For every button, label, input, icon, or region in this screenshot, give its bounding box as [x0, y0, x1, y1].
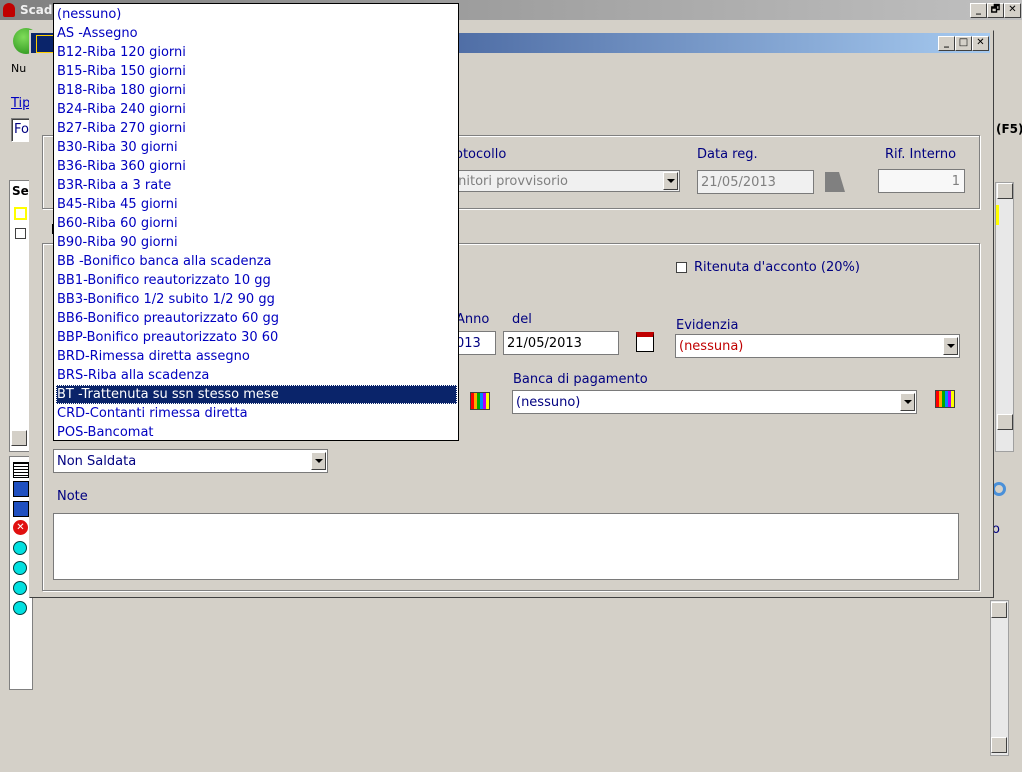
- table-lookup-icon-2[interactable]: [935, 390, 955, 408]
- ritenuta-label: Ritenuta d'acconto (20%): [694, 260, 860, 275]
- data-reg-field[interactable]: 21/05/2013: [697, 170, 814, 194]
- payment-option[interactable]: B60-Riba 60 giorni: [56, 214, 457, 233]
- payment-option[interactable]: B3R-Riba a 3 rate: [56, 176, 457, 195]
- main-restore-button[interactable]: 🗗: [987, 3, 1004, 18]
- stato-select[interactable]: Non Saldata: [53, 449, 328, 473]
- protocollo-select[interactable]: rnitori provvisorio: [440, 170, 680, 192]
- evidenzia-select[interactable]: (nessuna): [675, 334, 960, 358]
- payment-type-dropdown[interactable]: (nessuno) AS -Assegno B12-Riba 120 giorni B…: [53, 3, 459, 441]
- anno-value: 013: [456, 336, 481, 351]
- payment-option[interactable]: B90-Riba 90 giorni: [56, 233, 457, 252]
- row-checkbox-1[interactable]: [14, 207, 27, 220]
- dialog-maximize-button[interactable]: □: [955, 36, 972, 51]
- payment-option[interactable]: BT -Trattenuta su ssn stesso mese: [56, 385, 457, 404]
- evidenzia-label: Evidenzia: [676, 318, 739, 333]
- dialog-logo-icon: [36, 35, 54, 53]
- table-lookup-icon-1[interactable]: [470, 392, 490, 410]
- payment-option[interactable]: BB6-Bonifico preautorizzato 60 gg: [56, 309, 457, 328]
- payment-option[interactable]: BRD-Rimessa diretta assegno: [56, 347, 457, 366]
- se-label: Se: [12, 184, 29, 198]
- payment-option[interactable]: AS -Assegno: [56, 24, 457, 43]
- search-icon[interactable]: [992, 482, 1006, 496]
- chevron-down-icon: [663, 172, 678, 190]
- main-minimize-button[interactable]: _: [970, 3, 987, 18]
- payment-option[interactable]: CRD-Contanti rimessa diretta: [56, 404, 457, 423]
- protocollo-label: otocollo: [455, 147, 507, 162]
- calendar-icon[interactable]: [636, 332, 654, 352]
- status-dot-icon-3[interactable]: [13, 581, 27, 595]
- dialog-minimize-button[interactable]: _: [938, 36, 955, 51]
- right-scroll-up-button[interactable]: [997, 183, 1013, 199]
- list-icon[interactable]: [13, 462, 29, 478]
- payment-option[interactable]: BB -Bonifico banca alla scadenza: [56, 252, 457, 271]
- new-label: Nu: [11, 62, 27, 75]
- protocollo-value: rnitori provvisorio: [453, 174, 569, 189]
- payment-option[interactable]: BB3-Bonifico 1/2 subito 1/2 90 gg: [56, 290, 457, 309]
- banca-value: (nessuno): [516, 395, 581, 410]
- chevron-down-icon: [943, 337, 958, 355]
- payment-option[interactable]: B18-Riba 180 giorni: [56, 81, 457, 100]
- status-dot-icon-4[interactable]: [13, 601, 27, 615]
- right-highlight: [996, 205, 999, 225]
- payment-option[interactable]: BBP-Bonifico preautorizzato 30 60: [56, 328, 457, 347]
- del-date-field[interactable]: 21/05/2013: [503, 331, 619, 355]
- status-dot-icon-2[interactable]: [13, 561, 27, 575]
- chevron-down-icon: [311, 452, 326, 470]
- dialog-close-button[interactable]: ✕: [972, 36, 989, 51]
- app-logo-icon: [3, 3, 15, 17]
- banca-select[interactable]: (nessuno): [512, 390, 917, 414]
- globe-icon-1[interactable]: [13, 481, 29, 497]
- globe-icon-2[interactable]: [13, 501, 29, 517]
- payment-option[interactable]: (nessuno): [56, 5, 457, 24]
- note-label: Note: [57, 489, 88, 504]
- f5-label: (F5): [996, 122, 1022, 136]
- anno-label: Anno: [456, 312, 490, 327]
- tipo-label: Tip: [11, 96, 31, 111]
- main-close-button[interactable]: ✕: [1004, 3, 1021, 18]
- banca-label: Banca di pagamento: [513, 372, 648, 387]
- payment-option[interactable]: B24-Riba 240 giorni: [56, 100, 457, 119]
- payment-option[interactable]: B15-Riba 150 giorni: [56, 62, 457, 81]
- fo-value: Fo: [14, 122, 29, 137]
- status-dot-icon-1[interactable]: [13, 541, 27, 555]
- payment-option[interactable]: BRS-Riba alla scadenza: [56, 366, 457, 385]
- ritenuta-checkbox[interactable]: [676, 262, 687, 273]
- chevron-down-icon: [900, 393, 915, 411]
- data-reg-value: 21/05/2013: [701, 175, 776, 190]
- payment-option[interactable]: B12-Riba 120 giorni: [56, 43, 457, 62]
- payment-option[interactable]: B36-Riba 360 giorni: [56, 157, 457, 176]
- payment-option[interactable]: B30-Riba 30 giorni: [56, 138, 457, 157]
- rif-interno-field[interactable]: 1: [878, 169, 965, 193]
- right-scroll-down-button[interactable]: [997, 414, 1013, 430]
- row-checkbox-2[interactable]: [15, 228, 26, 239]
- payment-option[interactable]: B27-Riba 270 giorni: [56, 119, 457, 138]
- right-scrollbar-bottom[interactable]: [990, 600, 1009, 756]
- rif-interno-value: 1: [951, 174, 960, 189]
- del-date-value: 21/05/2013: [507, 336, 582, 351]
- data-reg-label: Data reg.: [697, 147, 758, 162]
- payment-option[interactable]: BB1-Bonifico reautorizzato 10 gg: [56, 271, 457, 290]
- payment-option[interactable]: B45-Riba 45 giorni: [56, 195, 457, 214]
- right-scroll-up-button-2[interactable]: [991, 602, 1007, 618]
- left-scroll-button[interactable]: [11, 430, 27, 446]
- delete-icon[interactable]: ✕: [13, 520, 28, 535]
- payment-option[interactable]: POS-Bancomat: [56, 423, 457, 442]
- note-textarea[interactable]: [53, 513, 959, 580]
- evidenzia-value: (nessuna): [679, 339, 744, 354]
- del-label: del: [512, 312, 532, 327]
- stato-value: Non Saldata: [57, 454, 137, 469]
- right-scroll-down-button-2[interactable]: [991, 737, 1007, 753]
- rif-interno-label: Rif. Interno: [885, 147, 957, 162]
